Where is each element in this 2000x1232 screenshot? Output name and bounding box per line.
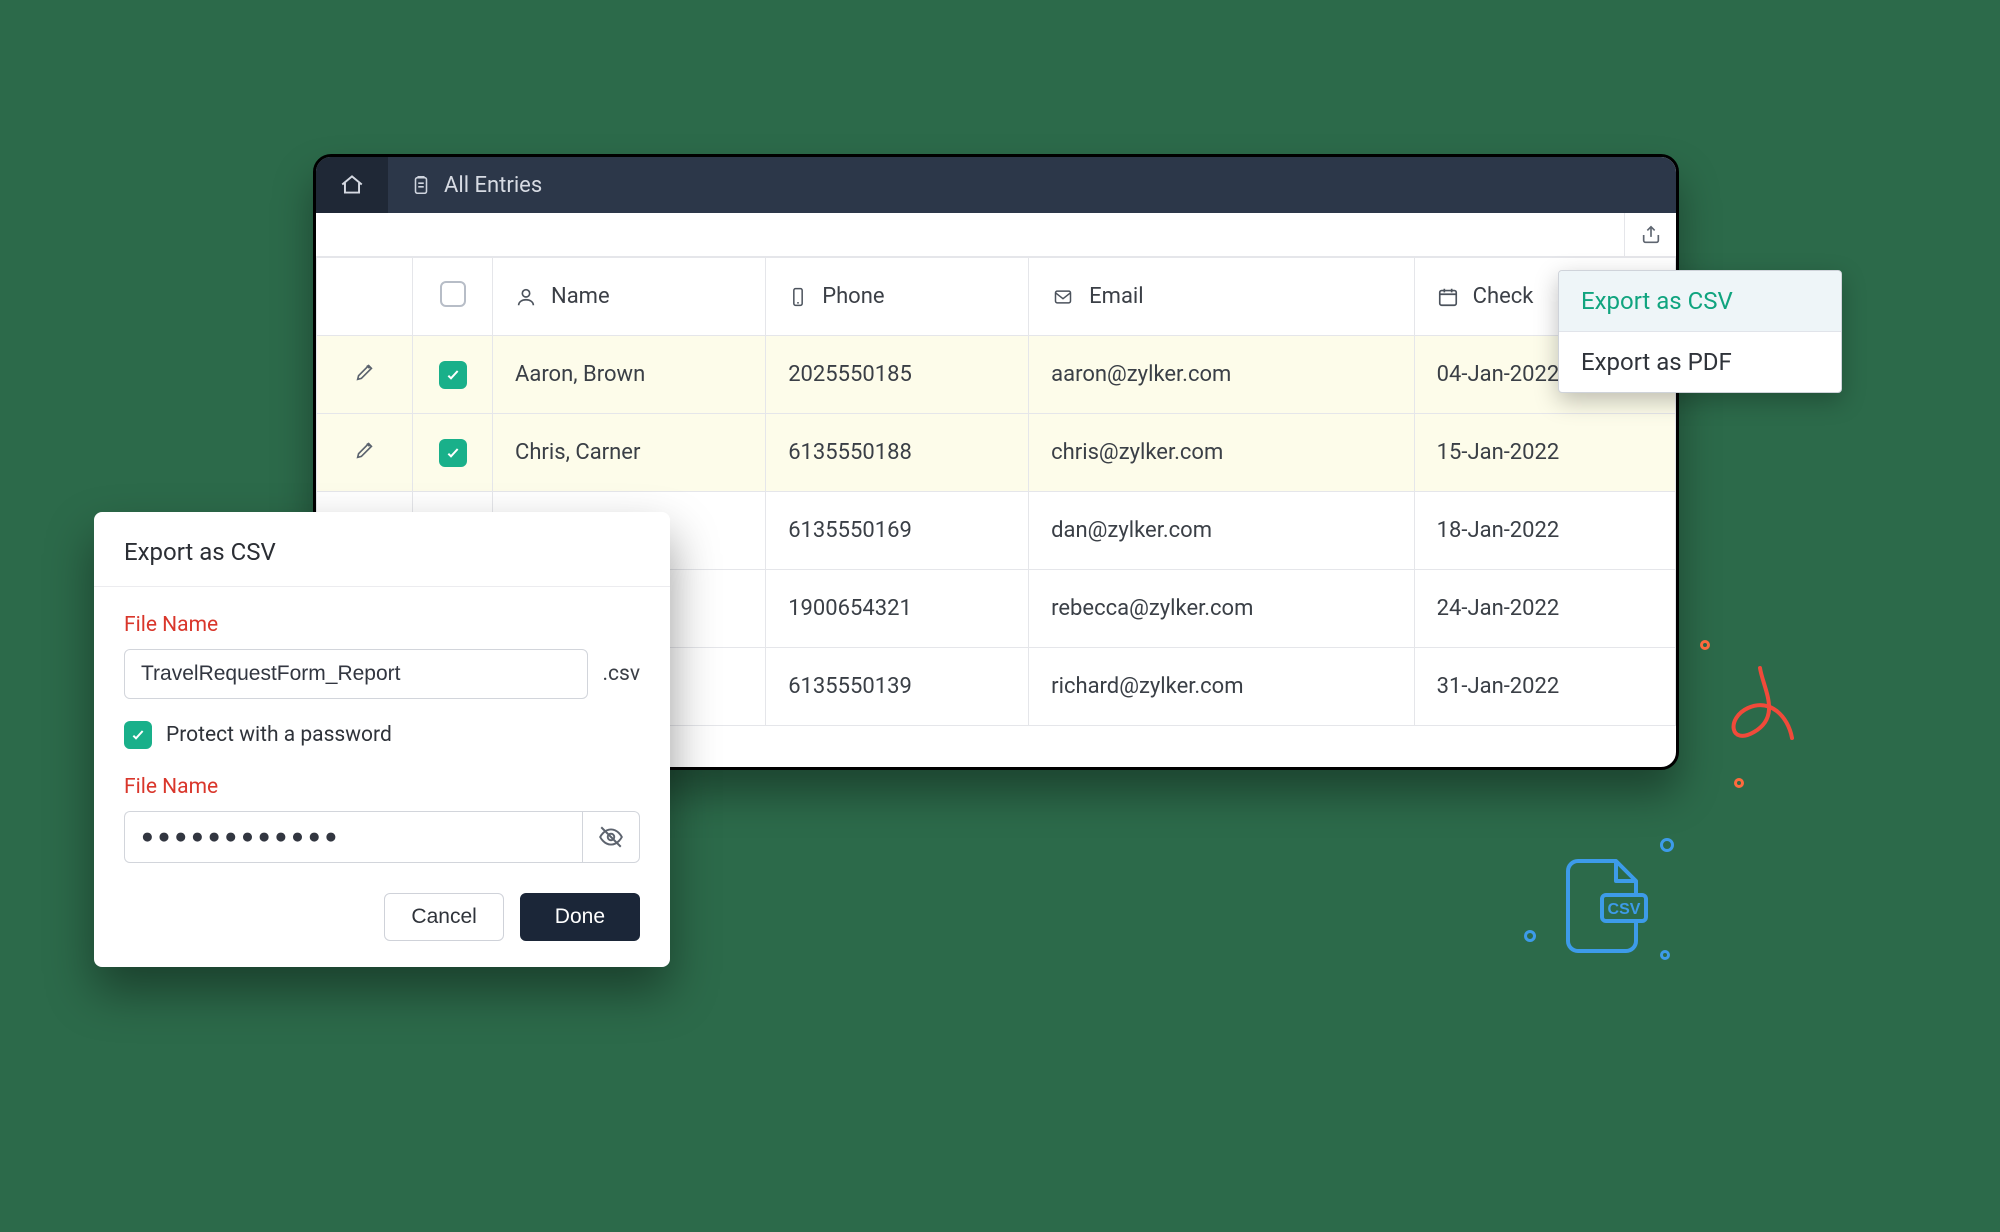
cell-checkin: 31-Jan-2022 (1414, 648, 1675, 726)
toolbar (316, 213, 1676, 257)
cell-checkin: 15-Jan-2022 (1414, 414, 1675, 492)
decoration-dot (1734, 778, 1744, 788)
cell-email: chris@zylker.com (1029, 414, 1415, 492)
titlebar: All Entries (316, 157, 1676, 213)
edit-icon[interactable] (354, 439, 376, 461)
calendar-icon (1437, 286, 1459, 308)
mail-icon (1051, 287, 1075, 307)
tab-label: All Entries (444, 173, 542, 198)
home-button[interactable] (316, 157, 388, 213)
export-menu: Export as CSV Export as PDF (1558, 270, 1842, 393)
row-checkbox[interactable] (439, 439, 467, 467)
cell-phone: 2025550185 (766, 336, 1029, 414)
table-row[interactable]: Chris, Carner6135550188chris@zylker.com1… (317, 414, 1676, 492)
protect-password-checkbox[interactable] (124, 721, 152, 749)
export-pdf-option[interactable]: Export as PDF (1559, 331, 1841, 392)
table-row[interactable]: Aaron, Brown2025550185aaron@zylker.com04… (317, 336, 1676, 414)
cell-phone: 6135550169 (766, 492, 1029, 570)
decoration-dot (1660, 950, 1670, 960)
decoration-dot (1524, 930, 1536, 942)
clipboard-icon (410, 174, 432, 196)
home-icon (339, 172, 365, 198)
csv-icon: CSV (1564, 855, 1648, 959)
cell-name: Aaron, Brown (493, 336, 766, 414)
cell-phone: 1900654321 (766, 570, 1029, 648)
cell-phone: 6135550188 (766, 414, 1029, 492)
export-button[interactable] (1624, 213, 1676, 256)
protect-password-label: Protect with a password (166, 723, 392, 747)
svg-text:CSV: CSV (1608, 901, 1641, 918)
toggle-password-visibility[interactable] (582, 811, 640, 863)
password-label: File Name (124, 775, 640, 799)
person-icon (515, 286, 537, 308)
pdf-icon (1725, 662, 1795, 756)
select-all-checkbox[interactable] (440, 281, 466, 307)
row-checkbox[interactable] (439, 361, 467, 389)
eye-off-icon (598, 824, 624, 850)
phone-icon (788, 285, 808, 309)
decoration-dot (1700, 640, 1710, 650)
filename-input[interactable] (124, 649, 588, 699)
cell-email: rebecca@zylker.com (1029, 570, 1415, 648)
cancel-button[interactable]: Cancel (384, 893, 503, 941)
column-phone[interactable]: Phone (766, 258, 1029, 336)
column-email[interactable]: Email (1029, 258, 1415, 336)
modal-title: Export as CSV (94, 512, 670, 587)
cell-name: Chris, Carner (493, 414, 766, 492)
password-input[interactable] (124, 811, 582, 863)
export-csv-option[interactable]: Export as CSV (1559, 271, 1841, 331)
cell-checkin: 18-Jan-2022 (1414, 492, 1675, 570)
done-button[interactable]: Done (520, 893, 640, 941)
cell-phone: 6135550139 (766, 648, 1029, 726)
edit-icon[interactable] (354, 361, 376, 383)
export-csv-modal: Export as CSV File Name .csv Protect wit… (94, 512, 670, 967)
cell-email: richard@zylker.com (1029, 648, 1415, 726)
column-name[interactable]: Name (493, 258, 766, 336)
share-icon (1640, 224, 1662, 246)
tab-all-entries[interactable]: All Entries (388, 173, 564, 198)
cell-checkin: 24-Jan-2022 (1414, 570, 1675, 648)
decoration-dot (1660, 838, 1674, 852)
cell-email: dan@zylker.com (1029, 492, 1415, 570)
filename-label: File Name (124, 613, 640, 637)
cell-email: aaron@zylker.com (1029, 336, 1415, 414)
file-extension: .csv (602, 662, 640, 686)
